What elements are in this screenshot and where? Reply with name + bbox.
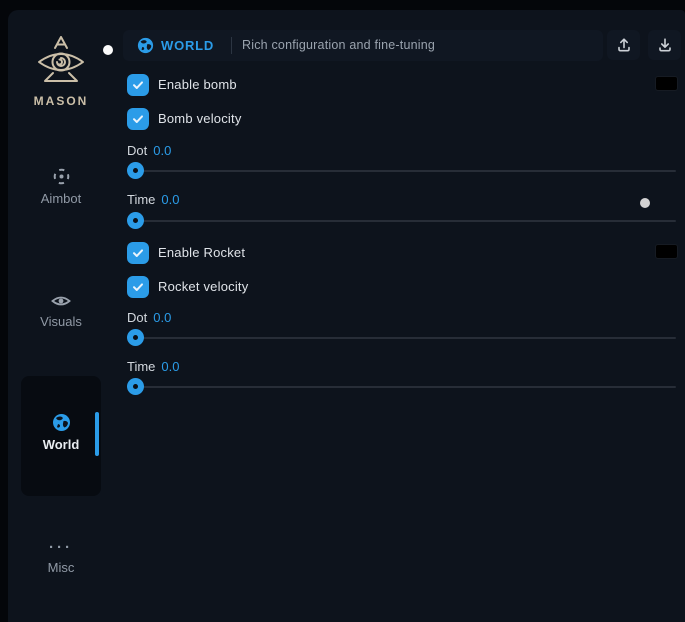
rocket-time-slider-label: Time0.0 [127,359,179,374]
check-icon [131,246,145,260]
bomb-time-slider-label: Time0.0 [127,192,179,207]
upload-icon [616,37,632,53]
bomb-dot-slider-track[interactable] [127,170,676,172]
slider-value: 0.0 [153,143,171,158]
mason-logo-label: MASON [12,94,110,108]
rocket-dot-slider-label: Dot0.0 [127,310,171,325]
sidebar-item-label: Visuals [12,314,110,329]
bomb-time-slider-track[interactable] [127,220,676,222]
bomb-time-slider-thumb[interactable] [127,212,144,229]
bomb-velocity-label: Bomb velocity [158,108,242,130]
check-icon [131,280,145,294]
enable-rocket-label: Enable Rocket [158,242,245,264]
sidebar-item-label: Aimbot [12,191,110,206]
bomb-color-swatch[interactable] [655,76,678,91]
rocket-velocity-checkbox[interactable] [127,276,149,298]
sidebar-item-label: Misc [12,560,110,575]
sidebar-item-visuals[interactable]: Visuals [12,293,110,329]
eye-icon [51,293,71,309]
enable-rocket-checkbox[interactable] [127,242,149,264]
sidebar-item-aimbot[interactable]: Aimbot [12,167,110,206]
download-config-button[interactable] [648,30,681,60]
slider-value: 0.0 [161,359,179,374]
page-subtitle: Rich configuration and fine-tuning [242,30,435,61]
bomb-dot-slider-thumb[interactable] [127,162,144,179]
rocket-dot-slider-thumb[interactable] [127,329,144,346]
cursor-dot-secondary [640,198,650,208]
slider-value: 0.0 [153,310,171,325]
rocket-velocity-label: Rocket velocity [158,276,248,298]
cursor-dot [103,45,113,55]
bomb-dot-slider-label: Dot0.0 [127,143,171,158]
sidebar-item-misc[interactable]: ··· Misc [12,541,110,575]
globe-icon [52,413,71,432]
rocket-time-slider-track[interactable] [127,386,676,388]
app-window: MASON Aimbot Visuals World ··· Misc WORL… [8,10,685,622]
sidebar-item-label: World [21,437,101,452]
download-icon [657,37,673,53]
check-icon [131,112,145,126]
rocket-dot-slider-track[interactable] [127,337,676,339]
bomb-velocity-checkbox[interactable] [127,108,149,130]
mason-logo-icon [32,34,90,92]
header-divider [231,37,232,54]
rocket-time-slider-thumb[interactable] [127,378,144,395]
upload-config-button[interactable] [607,30,640,60]
rocket-color-swatch[interactable] [655,244,678,259]
enable-bomb-checkbox[interactable] [127,74,149,96]
sidebar-item-world[interactable]: World [21,413,101,452]
crosshair-icon [52,167,71,186]
check-icon [131,78,145,92]
page-title: WORLD [161,30,214,61]
globe-icon [137,37,154,54]
slider-value: 0.0 [161,192,179,207]
active-tab-indicator [95,412,99,456]
ellipsis-icon: ··· [12,541,110,555]
enable-bomb-label: Enable bomb [158,74,237,96]
